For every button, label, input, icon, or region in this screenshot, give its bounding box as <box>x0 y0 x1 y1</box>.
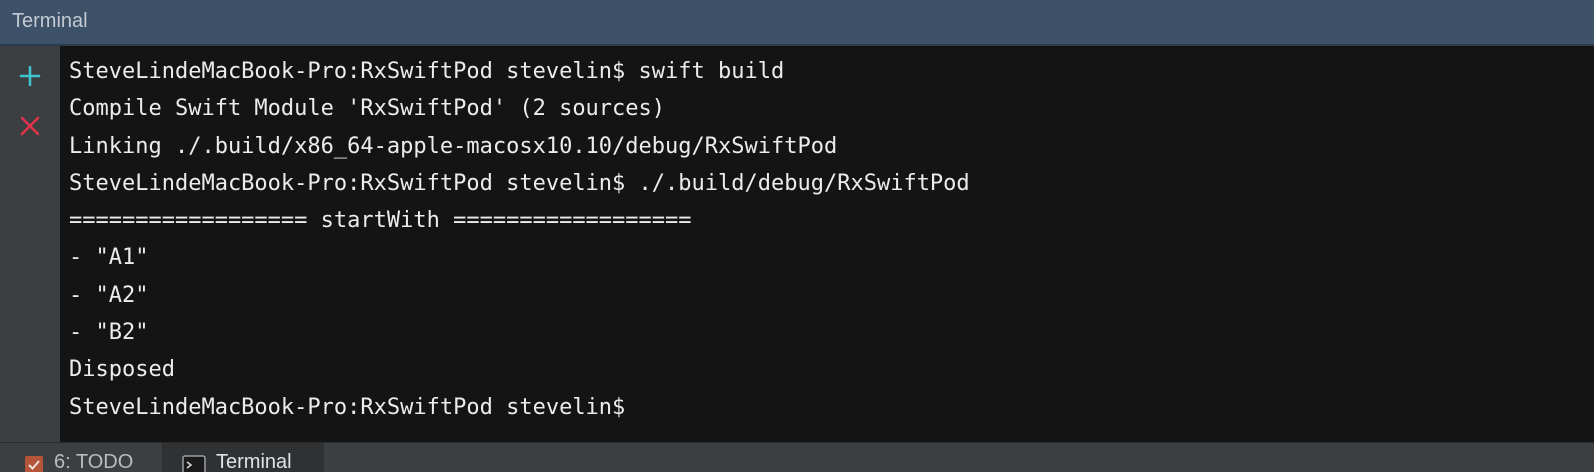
terminal-line: Compile Swift Module 'RxSwiftPod' (2 sou… <box>69 96 666 121</box>
terminal-line: ================== startWith ===========… <box>69 208 692 233</box>
new-session-button[interactable] <box>14 60 46 92</box>
bottom-tool-bar: 6: TODO Terminal <box>0 442 1594 472</box>
tool-window-title: Terminal <box>12 10 88 32</box>
terminal-tool-window: Terminal SteveLindeMacBook-Pro:RxSwiftPo… <box>0 0 1594 472</box>
close-icon <box>18 114 42 138</box>
plus-icon <box>18 64 42 88</box>
terminal-line: Linking ./.build/x86_64-apple-macosx10.1… <box>69 134 838 159</box>
terminal-line: - "A1" <box>69 245 149 270</box>
terminal-line: - "B2" <box>69 320 149 345</box>
terminal-tab-label: Terminal <box>216 451 292 472</box>
terminal-side-toolbar <box>0 46 60 442</box>
terminal-line: Disposed <box>69 357 175 382</box>
terminal-prompt: SteveLindeMacBook-Pro:RxSwiftPod steveli… <box>69 395 626 420</box>
terminal-line: SteveLindeMacBook-Pro:RxSwiftPod steveli… <box>69 171 970 196</box>
tool-window-title-bar[interactable]: Terminal <box>0 0 1594 46</box>
todo-tab-label: 6: TODO <box>54 451 134 472</box>
terminal-output[interactable]: SteveLindeMacBook-Pro:RxSwiftPod steveli… <box>60 46 1594 442</box>
terminal-prompt-line: SteveLindeMacBook-Pro:RxSwiftPod steveli… <box>69 393 637 423</box>
terminal-tab[interactable]: Terminal <box>162 443 324 472</box>
terminal-cursor <box>625 394 637 418</box>
terminal-icon <box>182 455 206 472</box>
terminal-line: SteveLindeMacBook-Pro:RxSwiftPod steveli… <box>69 59 785 84</box>
todo-icon <box>24 455 44 472</box>
terminal-line: - "A2" <box>69 283 149 308</box>
close-session-button[interactable] <box>14 110 46 142</box>
todo-tab[interactable]: 6: TODO <box>20 443 150 472</box>
